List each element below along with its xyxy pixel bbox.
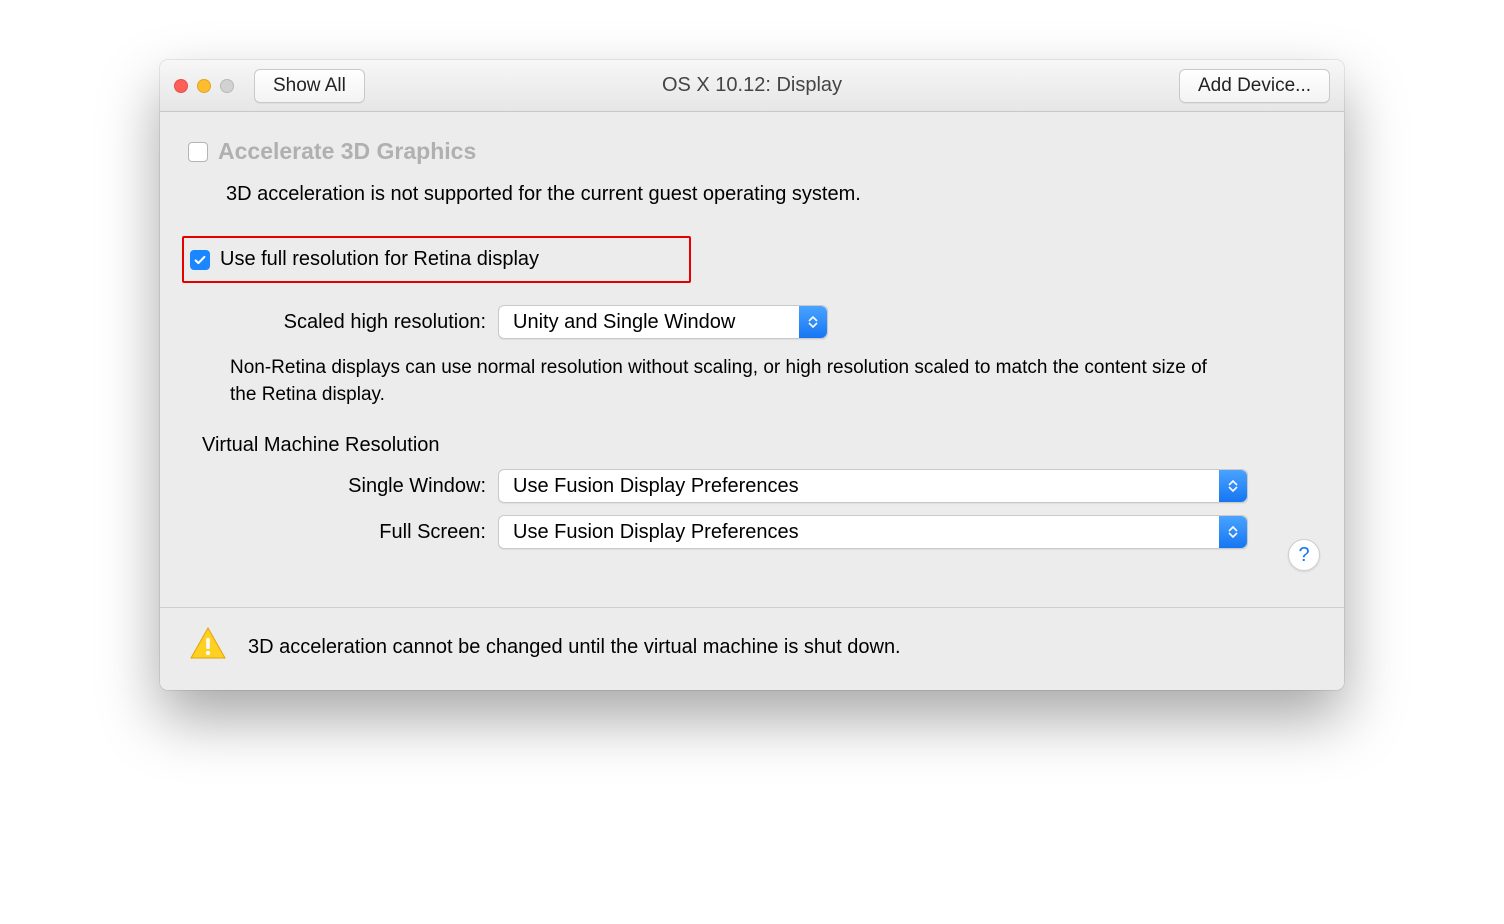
full-screen-select[interactable]: Use Fusion Display Preferences: [498, 515, 1248, 549]
scaled-resolution-desc: Non-Retina displays can use normal resol…: [230, 355, 1210, 408]
scaled-resolution-label: Scaled high resolution:: [188, 311, 498, 334]
settings-window: Show All OS X 10.12: Display Add Device.…: [160, 60, 1344, 690]
zoom-window-button: [220, 79, 234, 93]
content-area: Accelerate 3D Graphics 3D acceleration i…: [160, 112, 1344, 607]
select-stepper-icon: [799, 306, 827, 338]
full-screen-value: Use Fusion Display Preferences: [513, 521, 799, 544]
scaled-resolution-value: Unity and Single Window: [513, 311, 735, 334]
single-window-select[interactable]: Use Fusion Display Preferences: [498, 469, 1248, 503]
show-all-button[interactable]: Show All: [254, 69, 365, 103]
single-window-value: Use Fusion Display Preferences: [513, 475, 799, 498]
select-stepper-icon: [1219, 470, 1247, 502]
footer-text: 3D acceleration cannot be changed until …: [248, 636, 901, 659]
help-button[interactable]: ?: [1288, 539, 1320, 571]
accelerate-3d-checkbox: [188, 142, 208, 162]
footer: 3D acceleration cannot be changed until …: [160, 607, 1344, 690]
window-title: OS X 10.12: Display: [662, 74, 842, 97]
retina-checkbox[interactable]: [190, 250, 210, 270]
window-controls: [174, 79, 234, 93]
add-device-button[interactable]: Add Device...: [1179, 69, 1330, 103]
select-stepper-icon: [1219, 516, 1247, 548]
vm-resolution-heading: Virtual Machine Resolution: [202, 434, 1316, 457]
retina-label: Use full resolution for Retina display: [220, 248, 539, 271]
checkmark-icon: [193, 253, 207, 267]
titlebar: Show All OS X 10.12: Display Add Device.…: [160, 60, 1344, 112]
accelerate-3d-desc: 3D acceleration is not supported for the…: [226, 183, 1316, 206]
single-window-label: Single Window:: [188, 475, 498, 498]
warning-icon: [188, 624, 228, 670]
minimize-window-button[interactable]: [197, 79, 211, 93]
scaled-resolution-select[interactable]: Unity and Single Window: [498, 305, 828, 339]
accelerate-3d-label: Accelerate 3D Graphics: [218, 138, 476, 165]
retina-highlight: Use full resolution for Retina display: [182, 236, 691, 283]
close-window-button[interactable]: [174, 79, 188, 93]
accelerate-3d-row: Accelerate 3D Graphics: [188, 138, 1316, 165]
full-screen-label: Full Screen:: [188, 521, 498, 544]
